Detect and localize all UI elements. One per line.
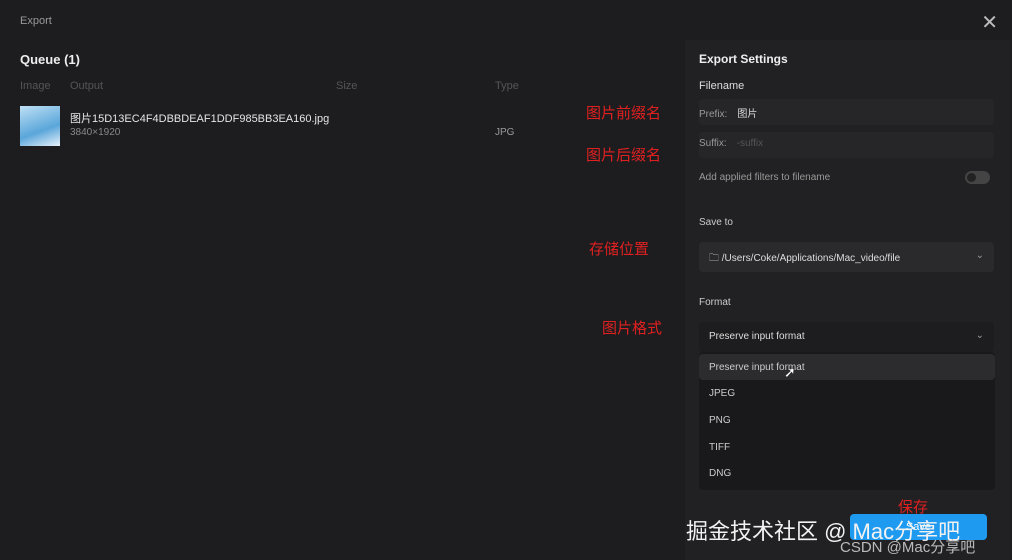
format-value: Preserve input format	[709, 331, 805, 342]
filters-label: Add applied filters to filename	[699, 172, 831, 183]
folder-icon: 🗀	[709, 253, 722, 264]
prefix-label: Prefix:	[699, 109, 728, 120]
watermark-csdn: CSDN @Mac分享吧	[840, 539, 976, 556]
filename-label: Filename	[699, 80, 745, 92]
prefix-value: 图片	[737, 109, 758, 120]
annotation-prefix: 图片前缀名	[586, 105, 662, 122]
annotation-format: 图片格式	[602, 320, 663, 337]
format-option-dng[interactable]: DNG	[709, 468, 731, 479]
save-path-select[interactable]: 🗀 /Users/Coke/Applications/Mac_video/fil…	[699, 242, 994, 272]
save-to-label: Save to	[699, 217, 733, 228]
format-option-preserve[interactable]: Preserve input format	[699, 354, 995, 380]
image-dimensions: 3840×1920	[70, 127, 121, 138]
suffix-label: Suffix:	[699, 138, 727, 149]
format-dropdown: Preserve input format JPEG PNG TIFF DNG	[699, 352, 995, 490]
cursor-icon: ➚	[784, 364, 796, 380]
col-image: Image	[20, 80, 51, 92]
format-option-png[interactable]: PNG	[709, 415, 731, 426]
suffix-placeholder: -suffix	[736, 138, 764, 149]
image-thumbnail	[20, 106, 60, 146]
annotation-suffix: 图片后缀名	[586, 147, 662, 164]
settings-title: Export Settings	[699, 52, 788, 66]
format-select[interactable]: Preserve input format ⌄	[699, 322, 994, 352]
window-title: Export	[20, 15, 52, 27]
output-filename: 图片15D13EC4F4DBBDEAF1DDF985BB3EA160.jpg	[70, 113, 330, 125]
filters-toggle[interactable]	[965, 171, 990, 184]
close-icon[interactable]: ✕	[981, 10, 998, 35]
col-size: Size	[336, 80, 358, 92]
suffix-input[interactable]: Suffix: -suffix	[699, 132, 994, 158]
col-output: Output	[70, 80, 104, 92]
chevron-down-icon: ⌄	[975, 250, 984, 261]
format-option-tiff[interactable]: TIFF	[709, 442, 730, 453]
annotation-location: 存储位置	[589, 241, 650, 258]
chevron-down-icon: ⌄	[975, 330, 984, 341]
save-path: /Users/Coke/Applications/Mac_video/file	[721, 253, 901, 264]
format-label: Format	[699, 297, 731, 308]
image-type: JPG	[495, 127, 515, 138]
prefix-input[interactable]: Prefix: 图片	[699, 99, 994, 125]
queue-title: Queue (1)	[20, 52, 80, 67]
col-type: Type	[495, 80, 519, 92]
format-option-jpeg[interactable]: JPEG	[709, 388, 735, 399]
